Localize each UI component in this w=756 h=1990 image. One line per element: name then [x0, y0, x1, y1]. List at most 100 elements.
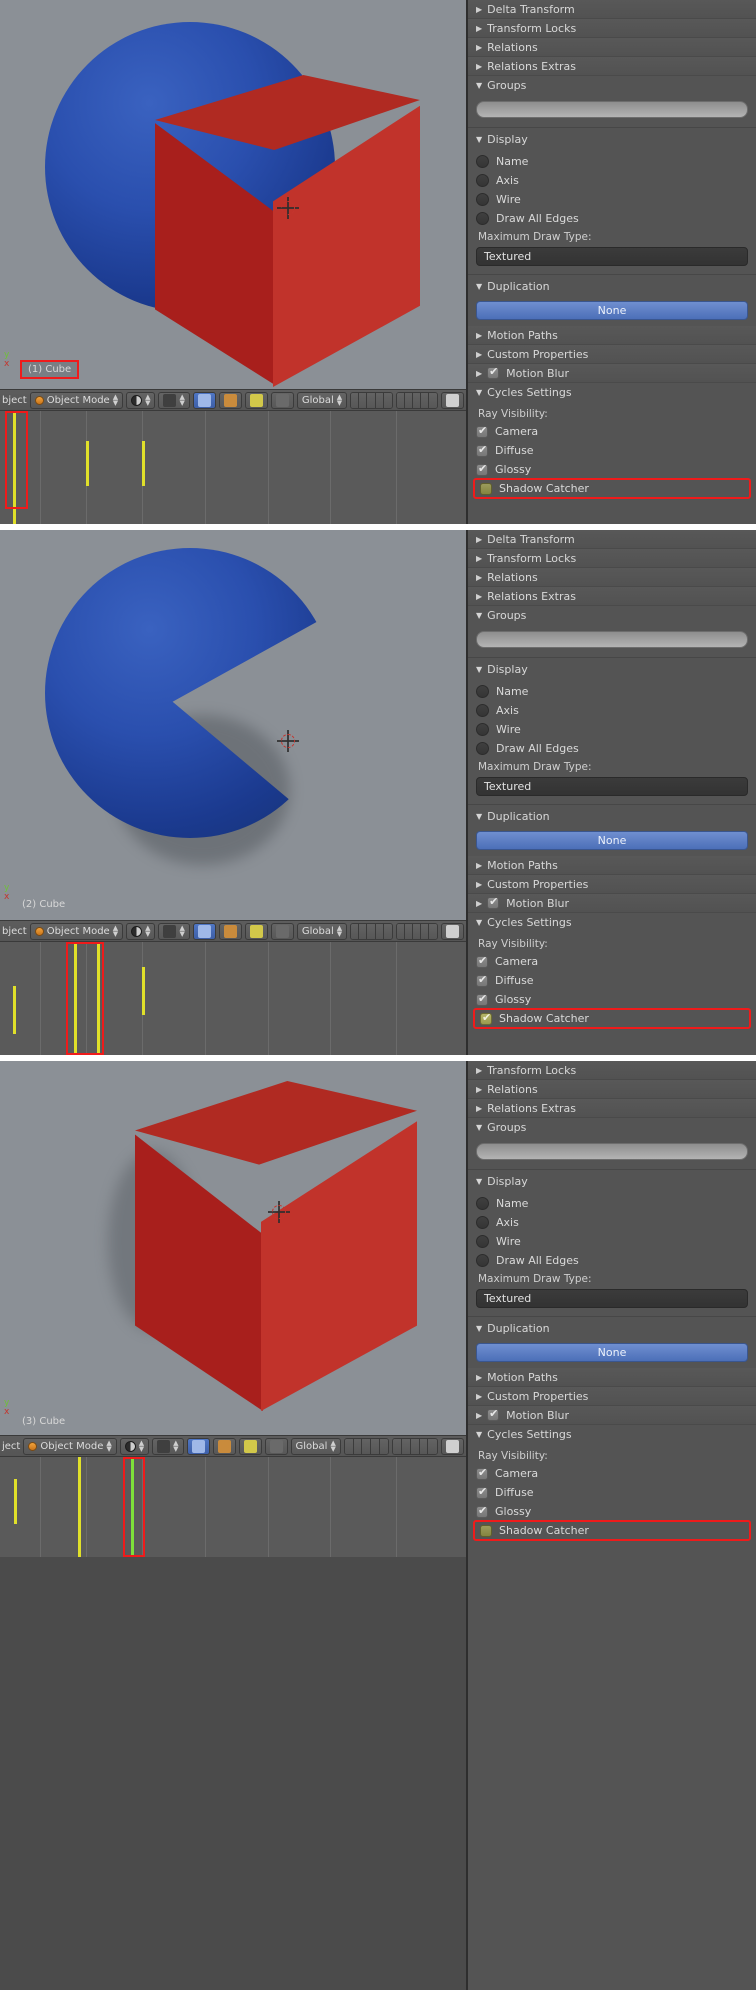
panel-2-viewport[interactable]: y x (2) Cube: [0, 530, 466, 920]
panel-3-viewport-header[interactable]: ject Object Mode ▲ ▼ ▲ ▼ ▲ ▼ Global ▲ ▼: [0, 1435, 466, 1457]
layers-block-1[interactable]: [343, 1437, 390, 1455]
panel-2-viewport-header[interactable]: bject Object Mode ▲ ▼ ▲ ▼ ▲ ▼ Global ▲ ▼: [0, 920, 466, 942]
transform-orientation-selector[interactable]: Global ▲ ▼: [296, 922, 348, 940]
editor-type-label[interactable]: bject: [2, 395, 27, 406]
checkbox-shadow-catcher[interactable]: Shadow Catcher: [473, 478, 751, 499]
manipulator-toggle[interactable]: [192, 391, 216, 409]
section-motion-paths[interactable]: ▶ Motion Paths: [468, 326, 756, 345]
groups-search-field[interactable]: [476, 631, 748, 648]
max-draw-type-select[interactable]: Textured: [476, 247, 748, 266]
groups-search-field[interactable]: [476, 101, 748, 118]
section-relations[interactable]: ▶ Relations: [468, 38, 756, 57]
checkbox-axis[interactable]: Axis: [468, 1213, 756, 1232]
duplication-none-button[interactable]: None: [476, 831, 748, 850]
snap-magnet-toggle[interactable]: [218, 922, 242, 940]
section-delta-transform[interactable]: ▶ Delta Transform: [468, 0, 756, 19]
keyframe-marker[interactable]: [86, 441, 89, 486]
red-cube[interactable]: [135, 1081, 417, 1411]
checkbox-name[interactable]: Name: [468, 152, 756, 171]
snap-element-selector[interactable]: [244, 922, 268, 940]
checkbox-shadow-catcher[interactable]: Shadow Catcher: [473, 1008, 751, 1029]
checkbox-glossy[interactable]: Glossy: [468, 1502, 756, 1521]
section-groups[interactable]: ▼ Groups: [468, 606, 756, 625]
checkbox-draw-all-edges[interactable]: Draw All Edges: [468, 1251, 756, 1270]
section-transform-locks[interactable]: ▶ Transform Locks: [468, 549, 756, 568]
checkbox-wire[interactable]: Wire: [468, 720, 756, 739]
section-delta-transform[interactable]: ▶ Delta Transform: [468, 530, 756, 549]
checkbox-wire[interactable]: Wire: [468, 190, 756, 209]
checkbox-axis[interactable]: Axis: [468, 171, 756, 190]
checkbox-diffuse[interactable]: Diffuse: [468, 971, 756, 990]
checkbox-name[interactable]: Name: [468, 1194, 756, 1213]
section-duplication[interactable]: ▼ Duplication: [468, 807, 756, 826]
section-custom-properties[interactable]: ▶ Custom Properties: [468, 345, 756, 364]
section-display[interactable]: ▼ Display: [468, 130, 756, 149]
checkbox-wire[interactable]: Wire: [468, 1232, 756, 1251]
section-groups[interactable]: ▼ Groups: [468, 1118, 756, 1137]
layers-block-1[interactable]: [350, 391, 393, 409]
editor-type-label[interactable]: bject: [2, 926, 27, 937]
section-cycles-settings[interactable]: ▼ Cycles Settings: [468, 1425, 756, 1444]
manipulator-toggle[interactable]: [186, 1437, 210, 1455]
section-cycles-settings[interactable]: ▼ Cycles Settings: [468, 383, 756, 402]
viewport-shading-selector[interactable]: ▲ ▼: [119, 1437, 150, 1455]
keyframe-marker[interactable]: [142, 441, 145, 486]
snap-element-selector[interactable]: [244, 391, 268, 409]
editor-type-label[interactable]: ject: [2, 1441, 20, 1452]
panel-1-timeline[interactable]: [0, 411, 466, 524]
transform-orientation-selector[interactable]: Global ▲ ▼: [290, 1437, 341, 1455]
panel-3-properties[interactable]: ▶ Transform Locks ▶ Relations ▶ Relations E…: [466, 1061, 756, 1990]
max-draw-type-select[interactable]: Textured: [476, 777, 748, 796]
section-motion-paths[interactable]: ▶ Motion Paths: [468, 856, 756, 875]
panel-1-viewport[interactable]: y x (1) Cube: [0, 0, 466, 389]
pivot-point-selector[interactable]: ▲ ▼: [158, 922, 190, 940]
layers-block-2[interactable]: [392, 1437, 438, 1455]
red-cube[interactable]: [155, 75, 420, 387]
section-motion-blur[interactable]: ▶ Motion Blur: [468, 894, 756, 913]
checkbox-diffuse[interactable]: Diffuse: [468, 441, 756, 460]
checkbox-axis[interactable]: Axis: [468, 701, 756, 720]
panel-2-timeline[interactable]: [0, 942, 466, 1055]
pivot-point-selector[interactable]: ▲ ▼: [152, 1437, 184, 1455]
motion-blur-checkbox-icon[interactable]: [487, 1407, 500, 1421]
keyframe-marker[interactable]: [14, 1479, 17, 1524]
max-draw-type-select[interactable]: Textured: [476, 1289, 748, 1308]
snap-magnet-toggle[interactable]: [212, 1437, 236, 1455]
section-motion-paths[interactable]: ▶ Motion Paths: [468, 1368, 756, 1387]
section-motion-blur[interactable]: ▶ Motion Blur: [468, 364, 756, 383]
keyframe-marker[interactable]: [78, 1457, 81, 1557]
layers-block-2[interactable]: [395, 922, 438, 940]
checkbox-shadow-catcher[interactable]: Shadow Catcher: [473, 1520, 751, 1541]
snap-element-selector[interactable]: [238, 1437, 262, 1455]
section-relations-extras[interactable]: ▶ Relations Extras: [468, 57, 756, 76]
proportional-edit-toggle[interactable]: [264, 1437, 288, 1455]
proportional-edit-toggle[interactable]: [270, 391, 294, 409]
checkbox-draw-all-edges[interactable]: Draw All Edges: [468, 209, 756, 228]
section-transform-locks[interactable]: ▶ Transform Locks: [468, 1061, 756, 1080]
checkbox-glossy[interactable]: Glossy: [468, 460, 756, 479]
checkbox-diffuse[interactable]: Diffuse: [468, 1483, 756, 1502]
blue-sphere-pacman[interactable]: [45, 548, 335, 838]
keyframe-marker[interactable]: [13, 986, 16, 1034]
mode-selector[interactable]: Object Mode ▲ ▼: [29, 391, 124, 409]
section-relations-extras[interactable]: ▶ Relations Extras: [468, 1099, 756, 1118]
pivot-point-selector[interactable]: ▲ ▼: [158, 391, 190, 409]
keyframe-marker[interactable]: [142, 967, 145, 1015]
panel-2-properties[interactable]: ▶ Delta Transform ▶ Transform Locks ▶ Relat…: [466, 530, 756, 1055]
panel-1-properties[interactable]: ▶ Delta Transform ▶ Transform Locks ▶ Relat…: [466, 0, 756, 524]
section-relations[interactable]: ▶ Relations: [468, 568, 756, 587]
section-duplication[interactable]: ▼ Duplication: [468, 277, 756, 296]
proportional-edit-toggle[interactable]: [270, 922, 294, 940]
section-cycles-settings[interactable]: ▼ Cycles Settings: [468, 913, 756, 932]
section-relations-extras[interactable]: ▶ Relations Extras: [468, 587, 756, 606]
panel-1-viewport-header[interactable]: bject Object Mode ▲ ▼ ▲ ▼ ▲ ▼ Global ▲ ▼: [0, 389, 466, 411]
checkbox-camera[interactable]: Camera: [468, 1464, 756, 1483]
mode-selector[interactable]: Object Mode ▲ ▼: [23, 1437, 117, 1455]
checkbox-camera[interactable]: Camera: [468, 422, 756, 441]
checkbox-glossy[interactable]: Glossy: [468, 990, 756, 1009]
scene-link-button[interactable]: [440, 1437, 464, 1455]
section-transform-locks[interactable]: ▶ Transform Locks: [468, 19, 756, 38]
checkbox-draw-all-edges[interactable]: Draw All Edges: [468, 739, 756, 758]
scene-link-button[interactable]: [440, 391, 464, 409]
checkbox-name[interactable]: Name: [468, 682, 756, 701]
